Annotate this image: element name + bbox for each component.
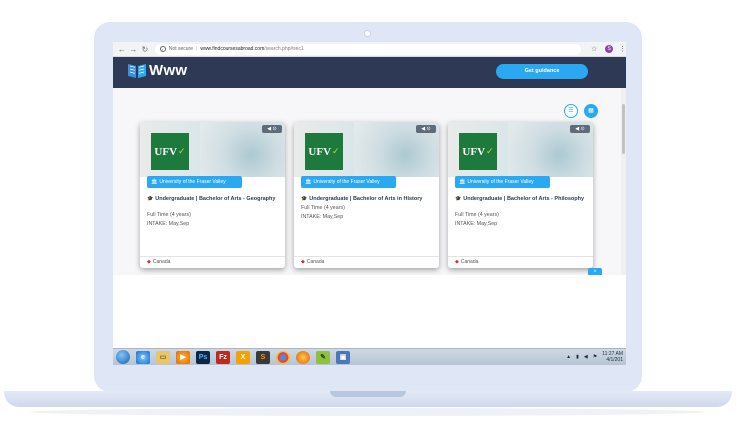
media-badge[interactable]: ◀ ⊙ (416, 125, 436, 133)
course-name: Undergraduate | Bachelor of Arts - Geogr… (155, 196, 276, 202)
firefox-icon[interactable] (296, 350, 310, 364)
browser-menu-icon[interactable]: ⋮ (619, 45, 626, 53)
university-button[interactable]: 🏛 University of the Fraser Valley (301, 176, 396, 188)
search-results: ☰ ▦ ◀ ⊙ UFV ✓ 🏛 University of the Fraser … (113, 88, 626, 278)
country-name: Canada (152, 259, 171, 265)
university-name: University of the Fraser Valley (467, 179, 534, 185)
clock-date: 4/1/201 (606, 357, 623, 363)
country-name: Canada (460, 259, 479, 265)
country: ◆ Canada (147, 259, 170, 265)
intake: INTAKE: May,Sep (455, 221, 498, 227)
reload-icon[interactable]: ↻ (139, 42, 151, 57)
graduation-cap-icon: 🎓 (455, 196, 462, 202)
course-name: Undergraduate | Bachelor of Arts in Hist… (309, 196, 423, 202)
url-domain: www.findcoursesabroad.com (200, 46, 265, 52)
building-icon: 🏛 (305, 179, 312, 185)
grid-view-button[interactable]: ▦ (584, 104, 598, 118)
start-button[interactable] (116, 350, 130, 364)
windows-taskbar: e ▭ ▶ Ps Fz X S ✎ ▣ ▲ ▮ ◀ ⚑ 11:27 AM 4/1… (113, 348, 626, 365)
profile-avatar[interactable]: S (605, 45, 613, 53)
university-logo: UFV ✓ (151, 133, 189, 170)
country: ◆ Canada (301, 259, 324, 265)
building-icon: 🏛 (151, 179, 158, 185)
book-logo-icon[interactable] (127, 62, 147, 79)
intake: INTAKE: May,Sep (147, 221, 190, 227)
course-card[interactable]: ◀ ⊙ UFV ✓ 🏛 University of the Fraser Vall… (140, 122, 285, 268)
info-icon[interactable]: i (159, 46, 166, 52)
photoshop-icon[interactable]: Ps (196, 350, 210, 364)
bookmark-star-icon[interactable]: ☆ (591, 45, 597, 53)
site-logo-text[interactable]: Www (149, 62, 187, 79)
forward-icon[interactable]: → (128, 42, 140, 57)
check-mark-icon: ✓ (178, 146, 186, 156)
laptop-mockup: ← → ↻ i Not secure | www.findcoursesabro… (0, 0, 737, 441)
canada-flag-icon: ◆ (301, 259, 305, 265)
address-separator: | (196, 46, 198, 52)
check-mark-icon: ✓ (486, 146, 494, 156)
site-header: Www Get guidance (113, 57, 626, 88)
logo-text: UFV (154, 145, 178, 158)
country: ◆ Canada (455, 259, 478, 265)
building-icon: 🏛 (459, 179, 466, 185)
course-name: Undergraduate | Bachelor of Arts - Philo… (463, 196, 585, 202)
address-bar[interactable]: i Not secure | www.findcoursesabroad.com… (154, 43, 581, 55)
study-mode: Full Time (4 years) (147, 212, 191, 218)
remote-desktop-icon[interactable]: ▣ (336, 350, 350, 364)
study-mode: Full Time (4 years) (301, 205, 345, 211)
filezilla-icon[interactable]: Fz (216, 350, 230, 364)
file-explorer-icon[interactable]: ▭ (156, 350, 170, 364)
country-name: Canada (306, 259, 325, 265)
back-icon[interactable]: ← (116, 42, 128, 57)
media-player-icon[interactable]: ▶ (176, 350, 190, 364)
camera-dot (364, 30, 371, 37)
system-tray: ▲ ▮ ◀ ⚑ 11:27 AM 4/1/201 (566, 351, 626, 363)
intake: INTAKE: May,Sep (301, 214, 344, 220)
clock[interactable]: 11:27 AM 4/1/201 (602, 351, 623, 363)
graduation-cap-icon: 🎓 (301, 196, 308, 202)
volume-icon[interactable]: ◀ (584, 354, 588, 360)
not-secure-label: Not secure (168, 46, 194, 52)
university-logo: UFV ✓ (459, 133, 497, 170)
university-name: University of the Fraser Valley (313, 179, 380, 185)
course-card[interactable]: ◀ ⊙ UFV ✓ 🏛 University of the Fraser Vall… (294, 122, 439, 268)
logo-text: UFV (308, 145, 332, 158)
canada-flag-icon: ◆ (147, 259, 151, 265)
university-button[interactable]: 🏛 University of the Fraser Valley (455, 176, 550, 188)
laptop-base-notch (330, 391, 406, 397)
flag-icon[interactable]: ⚑ (593, 354, 597, 360)
sublime-text-icon[interactable]: S (256, 350, 270, 364)
media-badge[interactable]: ◀ ⊙ (262, 125, 282, 133)
internet-explorer-icon[interactable]: e (136, 350, 150, 364)
get-guidance-button[interactable]: Get guidance (496, 64, 588, 79)
university-logo: UFV ✓ (305, 133, 343, 170)
course-title[interactable]: 🎓 Undergraduate | Bachelor of Arts - Geog… (147, 196, 279, 203)
browser-toolbar: ← → ↻ i Not secure | www.findcoursesabro… (113, 42, 626, 57)
laptop-shadow (30, 408, 706, 416)
university-name: University of the Fraser Valley (159, 179, 226, 185)
laptop-screen: ← → ↻ i Not secure | www.findcoursesabro… (113, 42, 626, 365)
list-view-button[interactable]: ☰ (564, 104, 578, 118)
chrome-icon[interactable] (276, 350, 290, 364)
card-divider (448, 256, 593, 257)
course-title[interactable]: 🎓 Undergraduate | Bachelor of Arts - Phil… (455, 196, 587, 203)
notepad-plus-icon[interactable]: ✎ (316, 350, 330, 364)
xampp-icon[interactable]: X (236, 350, 250, 364)
scrollbar-thumb[interactable] (622, 104, 625, 154)
course-card[interactable]: ◀ ⊙ UFV ✓ 🏛 University of the Fraser Vall… (448, 122, 593, 268)
network-icon[interactable]: ▮ (576, 354, 579, 360)
canada-flag-icon: ◆ (455, 259, 459, 265)
page-blank-area (113, 275, 626, 350)
media-badge[interactable]: ◀ ⊙ (570, 125, 590, 133)
card-divider (294, 256, 439, 257)
check-mark-icon: ✓ (332, 146, 340, 156)
course-title[interactable]: 🎓 Undergraduate | Bachelor of Arts in His… (301, 196, 433, 203)
card-divider (140, 256, 285, 257)
logo-text: UFV (462, 145, 486, 158)
show-hidden-icons-icon[interactable]: ▲ (566, 354, 571, 360)
graduation-cap-icon: 🎓 (147, 196, 154, 202)
url-path: /search.php#sec1 (264, 46, 304, 52)
university-button[interactable]: 🏛 University of the Fraser Valley (147, 176, 242, 188)
study-mode: Full Time (4 years) (455, 212, 499, 218)
